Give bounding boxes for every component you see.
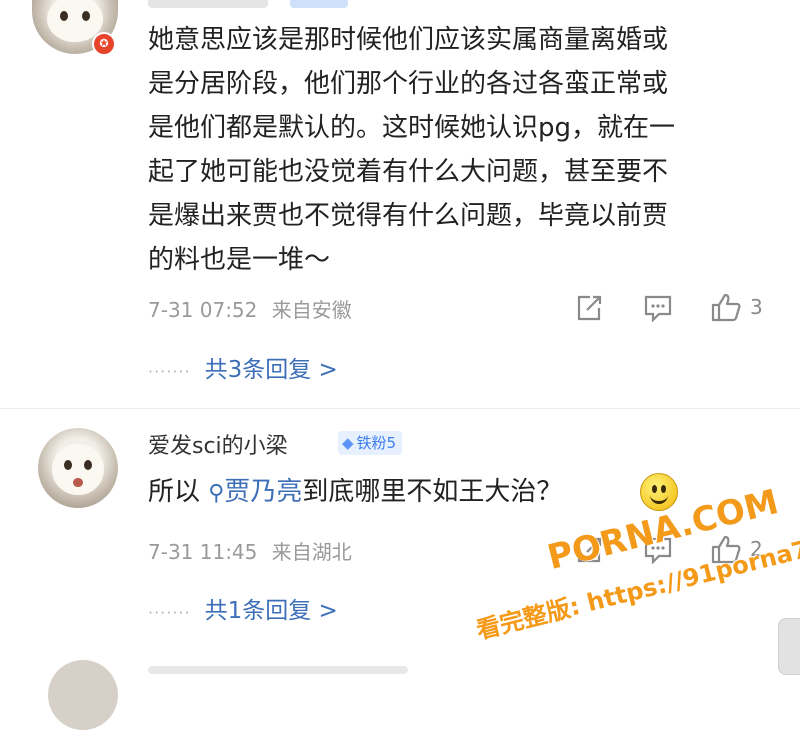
dots-separator: ······· (148, 603, 191, 622)
mention-name: 贾乃亮 (224, 477, 303, 507)
watermark-url: 看完整版: https://91porna77.com (473, 515, 800, 645)
search-mention-icon: ⚲ (208, 481, 225, 506)
dots-separator: ······· (148, 362, 191, 381)
like-icon (711, 293, 741, 322)
comment-meta: 7-31 07:52 来自安徽 (148, 294, 352, 323)
share-icon (577, 295, 602, 321)
comment-text: 所以 ⚲贾乃亮到底哪里不如王大治？ (148, 470, 562, 516)
comment-meta: 7-31 11:45 来自湖北 (148, 536, 352, 565)
comment-icon (644, 295, 672, 322)
share-button[interactable] (574, 536, 604, 564)
fan-badge-label: 铁粉5 (356, 434, 397, 452)
comment-line: 是分居阶段，他们那个行业的各过各蛮正常或 (148, 69, 669, 99)
scroll-handle[interactable] (778, 618, 800, 675)
comment-text: 她意思应该是那时候他们应该实属商量离婚或 是分居阶段，他们那个行业的各过各蛮正常… (148, 18, 675, 282)
like-count: 3 (750, 295, 763, 319)
mention-link[interactable]: ⚲贾乃亮 (208, 477, 302, 507)
comment-time: 7-31 07:52 (148, 298, 258, 322)
comment-button[interactable] (643, 536, 673, 564)
diamond-icon: ◆ (342, 434, 354, 452)
prev-username-cut (148, 0, 268, 8)
comment-time: 7-31 11:45 (148, 540, 258, 564)
prev-badge-cut (290, 0, 348, 8)
fan-badge: ◆ 铁粉5 (338, 431, 403, 455)
view-replies-link[interactable]: ······· 共1条回复 > (148, 591, 338, 625)
next-avatar-cut (48, 660, 118, 730)
comment-line: 的料也是一堆～ (148, 245, 331, 275)
comment-line: 起了她可能也没觉着有什么大问题，甚至要不 (148, 157, 669, 187)
comment-button[interactable] (643, 294, 673, 322)
comment-line: 她意思应该是那时候他们应该实属商量离婚或 (148, 25, 669, 55)
comment-text-suffix: 到底哪里不如王大治？ (302, 477, 563, 507)
comment-location: 来自湖北 (271, 540, 352, 564)
divider (0, 408, 800, 409)
smile-emoji-icon (640, 473, 678, 511)
replies-label: 共1条回复 > (204, 598, 338, 624)
like-button[interactable]: 2 (710, 534, 763, 564)
share-icon (577, 537, 602, 563)
username[interactable]: 爱发sci的小梁 (148, 428, 288, 460)
comment-line: 是他们都是默认的。这时候她认识pg，就在一 (148, 113, 676, 143)
replies-label: 共3条回复 > (204, 357, 338, 383)
like-count: 2 (750, 537, 763, 561)
verified-badge-icon: ✪ (92, 32, 116, 56)
comment-line: 是爆出来贾也不觉得有什么问题，毕竟以前贾 (148, 201, 669, 231)
comment-icon (644, 537, 672, 564)
comment-location: 来自安徽 (271, 298, 352, 322)
share-button[interactable] (574, 294, 604, 322)
like-button[interactable]: 3 (710, 292, 763, 322)
view-replies-link[interactable]: ······· 共3条回复 > (148, 350, 338, 384)
comment-text-prefix: 所以 (148, 477, 209, 507)
avatar[interactable] (38, 428, 118, 508)
like-icon (711, 535, 741, 564)
